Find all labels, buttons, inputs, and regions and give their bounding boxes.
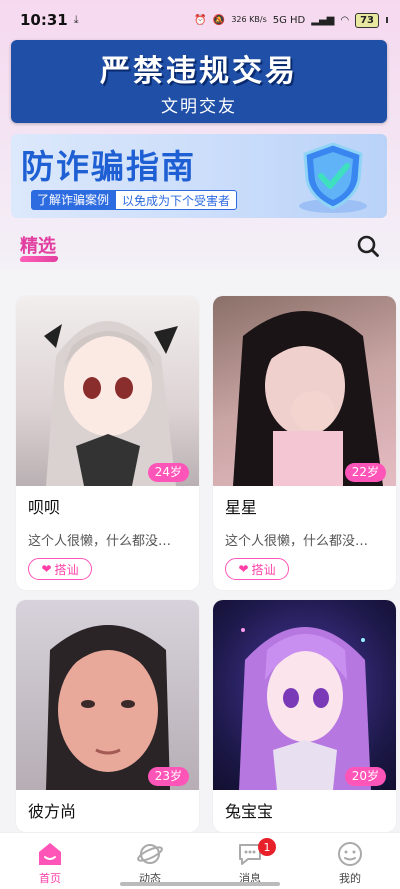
- user-name: 呗呗: [28, 498, 61, 517]
- shield-icon: [299, 142, 367, 213]
- age-badge: 23岁: [147, 767, 189, 786]
- user-photo: 23岁: [16, 600, 199, 790]
- anti-fraud-banner[interactable]: 防诈骗指南 了解诈骗案例 以免成为下个受害者: [11, 134, 387, 218]
- user-photo: 24岁: [16, 296, 199, 486]
- greet-label: 搭讪: [251, 562, 276, 577]
- age-badge: 22岁: [344, 463, 386, 482]
- search-icon[interactable]: [356, 234, 380, 258]
- user-photo: 22岁: [213, 296, 396, 486]
- tab-underline: [19, 256, 59, 262]
- tab-messages[interactable]: 1 消息: [200, 833, 300, 889]
- battery-icon: 73: [355, 12, 379, 28]
- signal-label: 5G HD: [272, 14, 306, 26]
- greet-button[interactable]: ❤ 搭讪: [28, 558, 92, 580]
- tab-label: 我的: [339, 872, 361, 885]
- wifi-icon: ◠: [340, 14, 350, 26]
- greet-label: 搭讪: [54, 562, 79, 577]
- anti-fraud-tag: 了解诈骗案例 以免成为下个受害者: [31, 190, 238, 210]
- tab-profile[interactable]: 我的: [300, 833, 400, 889]
- featured-header: 精选: [0, 226, 400, 270]
- user-bio: 这个人很懒，什么都没…: [28, 534, 172, 549]
- status-indicators: ⏰ 🔕 326 KB/s 5G HD ▂▄▆ ◠ 73: [194, 12, 388, 28]
- rules-banner[interactable]: 严禁违规交易 文明交友: [11, 40, 387, 123]
- banner-subtitle: 文明交友: [161, 97, 237, 117]
- heart-icon: ❤: [41, 562, 52, 576]
- tab-featured[interactable]: 精选: [20, 232, 56, 258]
- status-bar: 10:31 ⤓ ⏰ 🔕 326 KB/s 5G HD ▂▄▆ ◠ 73: [0, 0, 400, 40]
- network-speed: 326 KB/s: [231, 15, 267, 24]
- profile-icon: [338, 842, 362, 866]
- planet-icon: [137, 844, 163, 864]
- home-icon: [39, 843, 61, 865]
- tab-moments[interactable]: 动态: [100, 833, 200, 889]
- unread-badge: 1: [258, 838, 276, 856]
- alarm-icon: ⏰: [194, 14, 207, 26]
- anti-fraud-title: 防诈骗指南: [21, 147, 196, 186]
- greet-button[interactable]: ❤ 搭讪: [225, 558, 289, 580]
- bottom-tab-bar: 首页 动态 1 消息 我的: [0, 832, 400, 889]
- user-card[interactable]: 23岁 彼方尚: [16, 600, 199, 832]
- tab-home[interactable]: 首页: [0, 833, 100, 889]
- user-card[interactable]: 20岁 兔宝宝: [213, 600, 396, 832]
- heart-icon: ❤: [238, 562, 249, 576]
- tag-left: 了解诈骗案例: [31, 190, 116, 210]
- user-name: 彼方尚: [28, 802, 77, 821]
- banner-title: 严禁违规交易: [100, 54, 298, 89]
- mute-icon: 🔕: [212, 14, 226, 26]
- age-badge: 20岁: [344, 767, 386, 786]
- user-bio: 这个人很懒，什么都没…: [225, 534, 369, 549]
- user-photo: 20岁: [213, 600, 396, 790]
- age-badge: 24岁: [147, 463, 189, 482]
- tag-right: 以免成为下个受害者: [115, 190, 238, 210]
- home-indicator: [120, 882, 280, 886]
- tab-label: 首页: [39, 872, 61, 885]
- user-name: 兔宝宝: [225, 802, 274, 821]
- user-card[interactable]: 24岁 呗呗 这个人很懒，什么都没… ❤ 搭讪: [16, 296, 199, 590]
- user-name: 星星: [225, 498, 258, 517]
- download-icon: ⤓: [73, 13, 79, 26]
- signal-icon: ▂▄▆: [311, 14, 335, 26]
- user-card[interactable]: 22岁 星星 这个人很懒，什么都没… ❤ 搭讪: [213, 296, 396, 590]
- status-time: 10:31: [20, 11, 68, 29]
